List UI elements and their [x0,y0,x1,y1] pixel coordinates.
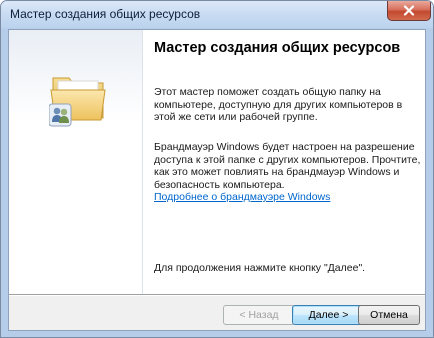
close-button[interactable] [387,1,431,21]
close-icon [403,5,415,16]
firewall-info-link[interactable]: Подробнее о брандмауэре Windows [154,191,330,203]
firewall-text: Брандмауэр Windows будет настроен на раз… [154,141,421,191]
wizard-side-panel [9,30,143,294]
back-button[interactable]: < Назад [223,305,295,325]
wizard-content: Мастер создания общих ресурсов Этот маст… [143,30,425,294]
title-bar[interactable]: Мастер создания общих ресурсов [1,1,433,28]
button-divider [9,294,425,296]
window-title: Мастер создания общих ресурсов [10,7,201,21]
intro-text: Этот мастер поможет создать общую папку … [154,86,403,123]
wizard-heading: Мастер создания общих ресурсов [154,40,401,56]
shared-folder-users-icon [48,72,109,133]
wizard-window: Мастер создания общих ресурсов Мастер со… [0,0,434,338]
wizard-client-area: Мастер создания общих ресурсов Этот маст… [8,29,426,331]
cancel-button[interactable]: Отмена [358,305,420,325]
continue-hint: Для продолжения нажмите кнопку "Далее". [154,262,366,274]
next-button[interactable]: Далее > [292,305,365,325]
